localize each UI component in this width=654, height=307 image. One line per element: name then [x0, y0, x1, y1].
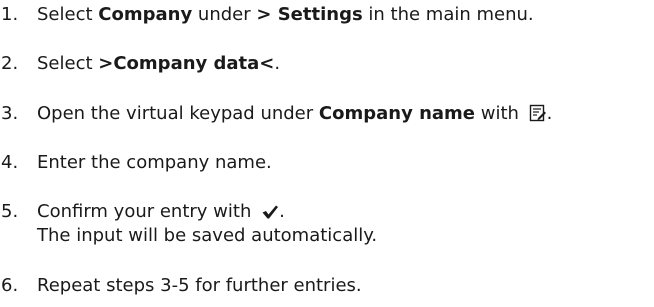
menu-item-company: Company [98, 4, 193, 25]
step-text-part: Confirm your entry with [37, 201, 258, 222]
step-text-part: Enter the company name. [37, 152, 272, 173]
step-text: Repeat steps 3-5 for further entries. [37, 274, 362, 298]
step-6: 6. Repeat steps 3-5 for further entries. [0, 274, 654, 298]
step-4: 4. Enter the company name. [0, 151, 654, 175]
step-text-part: Open the virtual keypad under [37, 103, 319, 124]
step-text-part: under [192, 4, 257, 25]
step-3: 3. Open the virtual keypad under Company… [0, 102, 654, 126]
step-text-part: . [274, 53, 281, 74]
step-2: 2. Select >Company data<. [0, 52, 654, 76]
step-text: Enter the company name. [37, 151, 272, 175]
step-text: Select >Company data<. [37, 52, 280, 76]
step-number: 4. [1, 152, 19, 173]
edit-icon [529, 104, 547, 122]
menu-item-company-data: >Company data< [98, 53, 275, 74]
step-text-part: . [279, 201, 285, 222]
step-text: Confirm your entry with . The input will… [37, 200, 377, 248]
field-company-name: Company name [318, 103, 475, 124]
step-text: Select Company under > Settings in the m… [37, 3, 534, 27]
step-text-part: with [475, 103, 525, 124]
step-line-2: The input will be saved automatically. [37, 225, 378, 246]
step-text-part: in the main menu. [362, 4, 534, 25]
step-text-part: Select [37, 4, 99, 25]
checkmark-icon [261, 204, 279, 220]
menu-path-settings: > Settings [256, 4, 363, 25]
step-text-part: Repeat steps 3-5 for further entries. [37, 275, 362, 296]
step-text-part: . [546, 103, 553, 124]
step-1: 1. Select Company under > Settings in th… [0, 3, 654, 27]
step-number: 3. [1, 103, 19, 124]
step-number: 2. [1, 53, 19, 74]
step-number: 6. [1, 275, 19, 296]
step-text-part: Select [37, 53, 99, 74]
step-number: 5. [1, 201, 19, 222]
step-line-1: Confirm your entry with . [37, 200, 377, 224]
step-number: 1. [1, 4, 19, 25]
step-text: Open the virtual keypad under Company na… [37, 102, 552, 126]
step-5: 5. Confirm your entry with . The input w… [0, 200, 654, 248]
